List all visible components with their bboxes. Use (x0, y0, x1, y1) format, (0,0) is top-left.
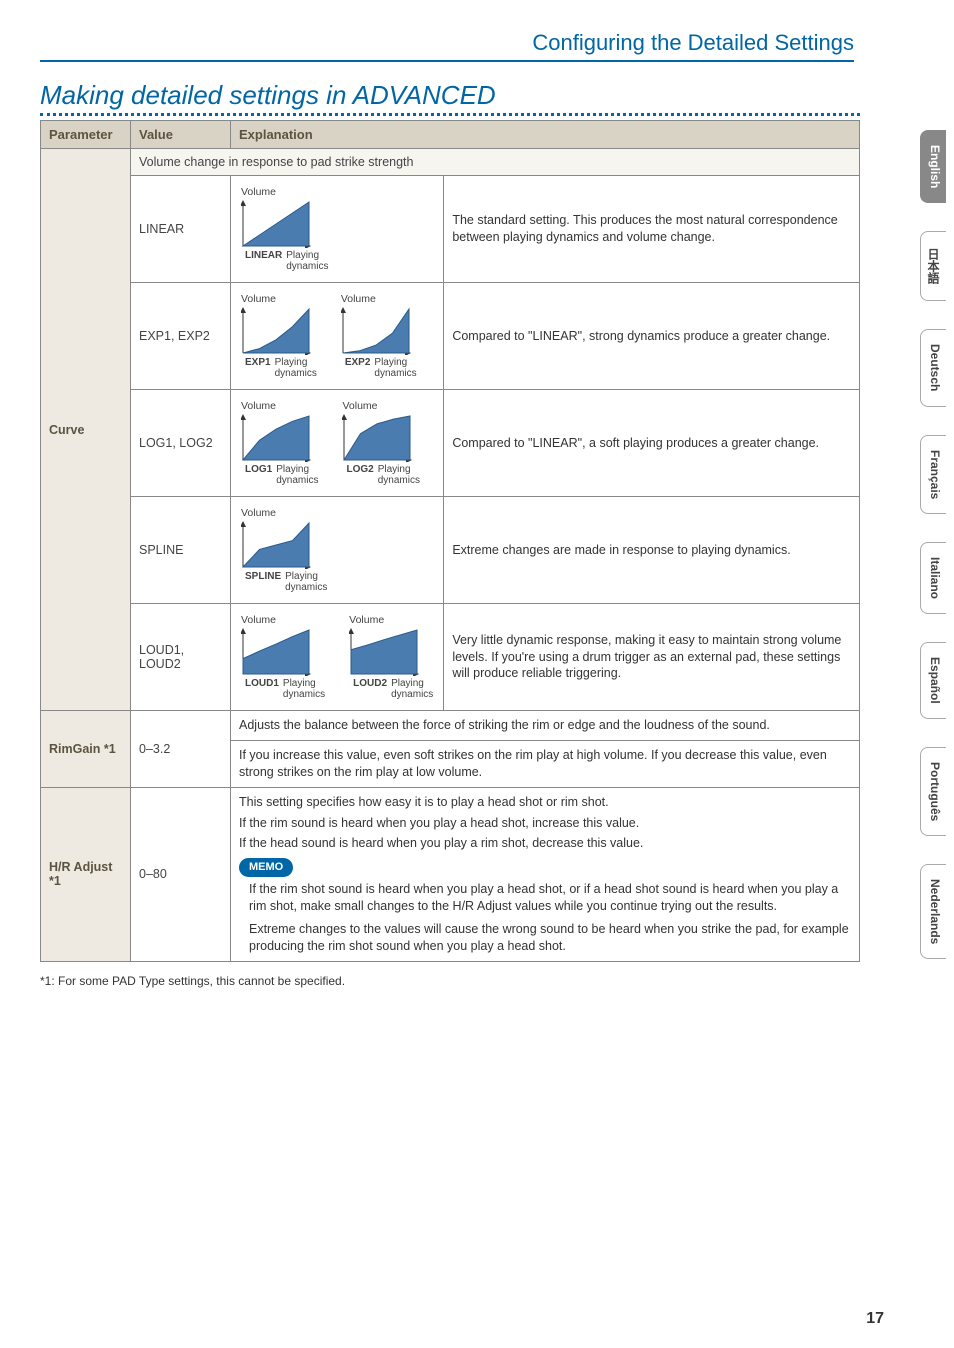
chart-cell: Volume LOUD1 Playingdynamics Volume LOUD… (231, 604, 444, 711)
table-row: LOG1, LOG2 Volume LOG1 Playingdynamics V… (41, 390, 860, 497)
chart-xlabel: Playingdynamics (276, 464, 318, 486)
lang-tab-español[interactable]: Español (920, 642, 946, 719)
table-row: H/R Adjust *1 0–80 This setting specifie… (41, 787, 860, 961)
breadcrumb-link[interactable]: Configuring the Detailed Settings (40, 30, 854, 62)
value-cell: LOUD1, LOUD2 (131, 604, 231, 711)
chart-ylabel: Volume (241, 186, 276, 198)
chart-name-label: LINEAR (245, 250, 282, 261)
chart-name-label: LOUD1 (245, 678, 279, 689)
chart-xlabel: Playingdynamics (275, 357, 317, 379)
value-cell: EXP1, EXP2 (131, 283, 231, 390)
value-cell: SPLINE (131, 497, 231, 604)
lang-tab-nederlands[interactable]: Nederlands (920, 864, 946, 959)
page-number: 17 (866, 1310, 884, 1328)
chart-ylabel: Volume (241, 293, 276, 305)
col-parameter: Parameter (41, 121, 131, 149)
param-curve: Curve (41, 149, 131, 711)
value-cell: LOG1, LOG2 (131, 390, 231, 497)
explanation-cell: Very little dynamic response, making it … (444, 604, 860, 711)
chart-cell: Volume EXP1 Playingdynamics Volume EXP2 … (231, 283, 444, 390)
chart-ylabel: Volume (342, 400, 377, 412)
chart-ylabel: Volume (349, 614, 384, 626)
curve-chart-loud1: Volume LOUD1 Playingdynamics (241, 614, 325, 700)
chart-xlabel: Playingdynamics (283, 678, 325, 700)
lang-tab-français[interactable]: Français (920, 435, 946, 514)
language-tabs: English 日本語 Deutsch Français Italiano Español… (920, 130, 946, 959)
curve-chart-spline: Volume SPLINE Playingdynamics (241, 507, 327, 593)
chart-xlabel: Playingdynamics (286, 250, 328, 272)
table-row: RimGain *1 0–3.2 Adjusts the balance bet… (41, 711, 860, 741)
lang-tab-italiano[interactable]: Italiano (920, 542, 946, 614)
curve-chart-exp2: Volume EXP2 Playingdynamics (341, 293, 417, 379)
curve-chart-log1: Volume LOG1 Playingdynamics (241, 400, 318, 486)
curve-span-header: Volume change in response to pad strike … (131, 149, 860, 176)
footnote: *1: For some PAD Type settings, this can… (40, 974, 914, 988)
value-cell: 0–3.2 (131, 711, 231, 788)
table-row: SPLINE Volume SPLINE Playingdynamics Ext… (41, 497, 860, 604)
lang-tab-日本語[interactable]: 日本語 (920, 231, 946, 301)
curve-chart-loud2: Volume LOUD2 Playingdynamics (349, 614, 433, 700)
chart-xlabel: Playingdynamics (374, 357, 416, 379)
chart-ylabel: Volume (241, 507, 276, 519)
explanation-cell: Compared to "LINEAR", strong dynamics pr… (444, 283, 860, 390)
chart-cell: Volume SPLINE Playingdynamics (231, 497, 444, 604)
section-divider (40, 113, 860, 116)
curve-chart-linear: Volume LINEAR Playingdynamics (241, 186, 328, 272)
chart-xlabel: Playingdynamics (391, 678, 433, 700)
curve-chart-log2: Volume LOG2 Playingdynamics (342, 400, 419, 486)
col-value: Value (131, 121, 231, 149)
section-title: Making detailed settings in ADVANCED (40, 80, 914, 111)
memo-badge: MEMO (239, 858, 293, 877)
value-cell: LINEAR (131, 176, 231, 283)
chart-name-label: EXP2 (345, 357, 371, 368)
chart-xlabel: Playingdynamics (378, 464, 420, 486)
lang-tab-português[interactable]: Português (920, 747, 946, 836)
chart-ylabel: Volume (241, 400, 276, 412)
chart-cell: Volume LINEAR Playingdynamics (231, 176, 444, 283)
explanation-cell: This setting specifies how easy it is to… (231, 787, 860, 961)
explanation-cell: Adjusts the balance between the force of… (231, 711, 860, 741)
chart-cell: Volume LOG1 Playingdynamics Volume LOG2 … (231, 390, 444, 497)
lang-tab-deutsch[interactable]: Deutsch (920, 329, 946, 406)
chart-ylabel: Volume (341, 293, 376, 305)
col-explanation: Explanation (231, 121, 860, 149)
table-row: LINEAR Volume LINEAR Playingdynamics The… (41, 176, 860, 283)
param-hradjust: H/R Adjust *1 (41, 787, 131, 961)
chart-name-label: LOUD2 (353, 678, 387, 689)
lang-tab-english[interactable]: English (920, 130, 946, 203)
table-row: EXP1, EXP2 Volume EXP1 Playingdynamics V… (41, 283, 860, 390)
chart-name-label: SPLINE (245, 571, 281, 582)
chart-name-label: LOG2 (346, 464, 373, 475)
chart-name-label: LOG1 (245, 464, 272, 475)
explanation-cell: If you increase this value, even soft st… (231, 740, 860, 787)
table-row: LOUD1, LOUD2 Volume LOUD1 Playingdynamic… (41, 604, 860, 711)
chart-name-label: EXP1 (245, 357, 271, 368)
explanation-cell: The standard setting. This produces the … (444, 176, 860, 283)
value-cell: 0–80 (131, 787, 231, 961)
chart-ylabel: Volume (241, 614, 276, 626)
chart-xlabel: Playingdynamics (285, 571, 327, 593)
explanation-cell: Extreme changes are made in response to … (444, 497, 860, 604)
settings-table: Parameter Value Explanation Curve Volume… (40, 120, 860, 962)
explanation-cell: Compared to "LINEAR", a soft playing pro… (444, 390, 860, 497)
curve-chart-exp1: Volume EXP1 Playingdynamics (241, 293, 317, 379)
param-rimgain: RimGain *1 (41, 711, 131, 788)
